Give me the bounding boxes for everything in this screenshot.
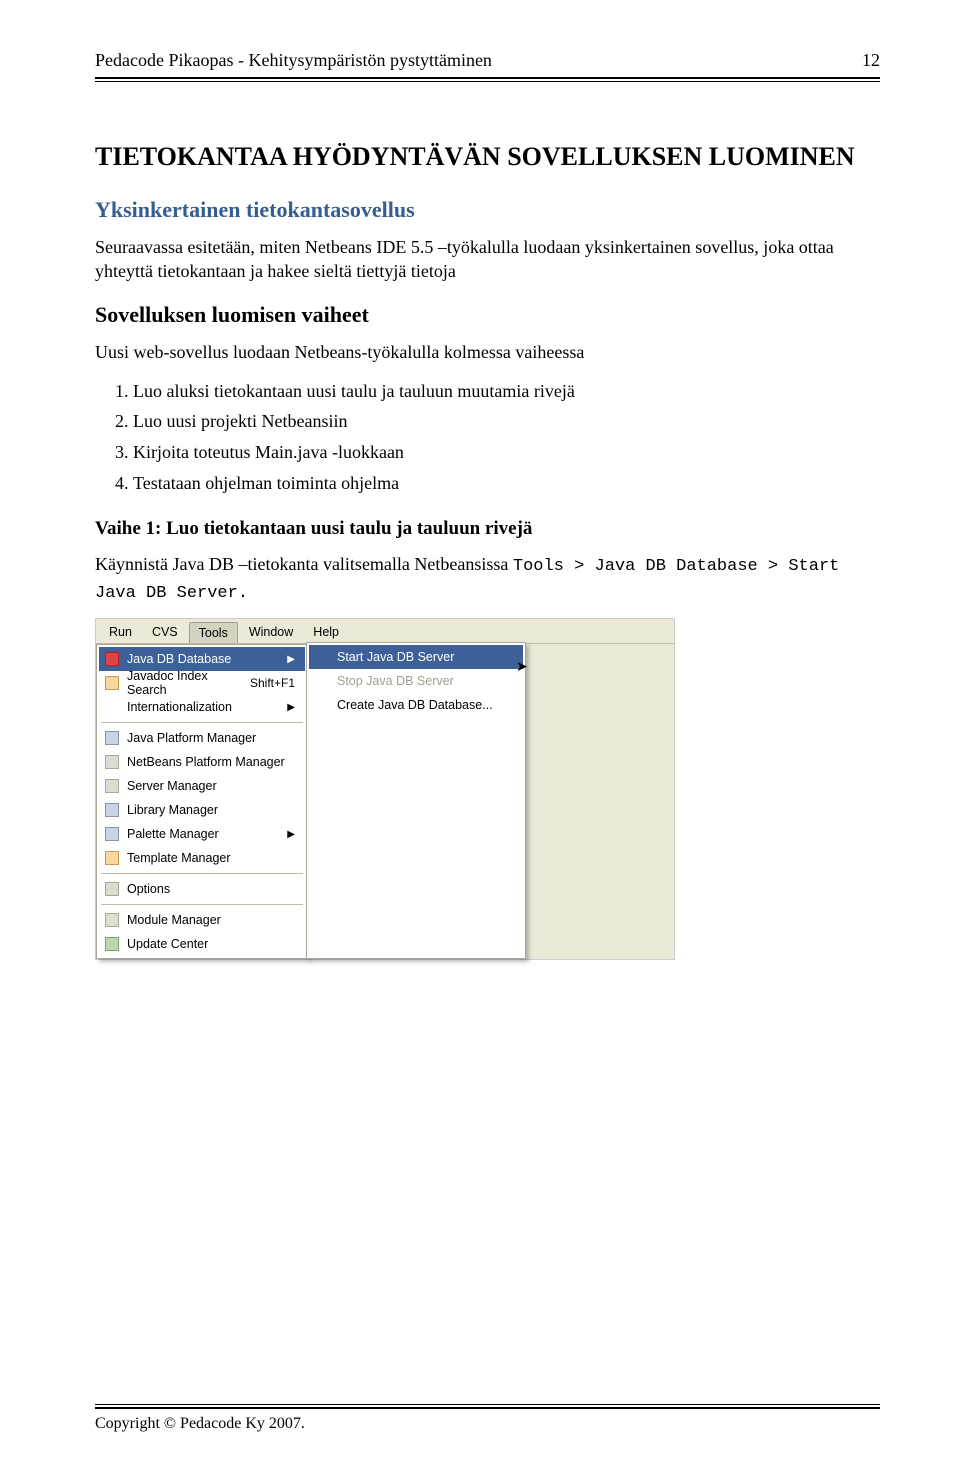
submenu-arrow-icon: ▶ (287, 829, 295, 840)
menu-item-label: Java Platform Manager (127, 731, 256, 745)
menu-help[interactable]: Help (304, 622, 348, 643)
submenu-item-create-db[interactable]: Create Java DB Database... (309, 693, 523, 717)
tools-dropdown: Java DB Database ▶ Javadoc Index Search … (96, 644, 308, 959)
menu-item-module-manager[interactable]: Module Manager (99, 908, 305, 932)
menu-item-internationalization[interactable]: Internationalization ▶ (99, 695, 305, 719)
platform-icon (104, 730, 120, 746)
section3-text-pre: Käynnistä Java DB –tietokanta valitsemal… (95, 554, 513, 574)
doc-icon (104, 675, 120, 691)
menu-item-label: Update Center (127, 937, 208, 951)
menu-item-label: Palette Manager (127, 827, 219, 841)
step-heading: Vaihe 1: Luo tietokantaan uusi taulu ja … (95, 518, 880, 540)
copyright: Copyright © Pedacode Ky 2007. (95, 1415, 880, 1433)
menu-item-label: Server Manager (127, 779, 217, 793)
submenu-item-start-server[interactable]: Start Java DB Server (309, 645, 523, 669)
java-db-submenu: Start Java DB Server Stop Java DB Server… (306, 642, 526, 959)
menu-cvs[interactable]: CVS (143, 622, 187, 643)
update-icon (104, 936, 120, 952)
menu-item-template-manager[interactable]: Template Manager (99, 846, 305, 870)
menu-item-label: Template Manager (127, 851, 231, 865)
library-icon (104, 802, 120, 818)
menu-item-label: Create Java DB Database... (337, 698, 493, 712)
menu-item-update-center[interactable]: Update Center (99, 932, 305, 956)
header-divider (95, 77, 880, 82)
menu-item-library-manager[interactable]: Library Manager (99, 798, 305, 822)
menu-item-javadoc-search[interactable]: Javadoc Index Search Shift+F1 (99, 671, 305, 695)
menu-item-server-manager[interactable]: Server Manager (99, 774, 305, 798)
shortcut-label: Shift+F1 (250, 676, 295, 690)
template-icon (104, 850, 120, 866)
submenu-item-stop-server: Stop Java DB Server (309, 669, 523, 693)
menu-divider (101, 904, 303, 905)
list-item: Kirjoita toteutus Main.java -luokkaan (133, 437, 880, 468)
dropdown-container: Java DB Database ▶ Javadoc Index Search … (96, 644, 674, 959)
menu-divider (101, 722, 303, 723)
menubar: Run CVS Tools Window Help (96, 619, 674, 644)
menu-item-label: Stop Java DB Server (337, 674, 454, 688)
section-paragraph-1: Seuraavassa esitetään, miten Netbeans ID… (95, 235, 880, 284)
menu-divider (101, 873, 303, 874)
submenu-arrow-icon: ▶ (287, 702, 295, 713)
list-item: Luo aluksi tietokantaan uusi taulu ja ta… (133, 376, 880, 407)
menu-item-palette-manager[interactable]: Palette Manager ▶ (99, 822, 305, 846)
menu-item-label: NetBeans Platform Manager (127, 755, 285, 769)
section-heading-1: Yksinkertainen tietokantasovellus (95, 197, 880, 223)
menu-item-java-platform[interactable]: Java Platform Manager (99, 726, 305, 750)
menu-item-label: Options (127, 882, 170, 896)
menu-item-options[interactable]: Options (99, 877, 305, 901)
menu-item-java-db-database[interactable]: Java DB Database ▶ (99, 647, 305, 671)
page-title: TIETOKANTAA HYÖDYNTÄVÄN SOVELLUKSEN LUOM… (95, 142, 880, 172)
platform-icon (104, 754, 120, 770)
database-icon (104, 651, 120, 667)
page-header: Pedacode Pikaopas - Kehitysympäristön py… (95, 50, 880, 71)
list-item: Testataan ohjelman toiminta ohjelma (133, 468, 880, 499)
menu-run[interactable]: Run (100, 622, 141, 643)
server-icon (104, 778, 120, 794)
menu-item-label: Internationalization (127, 700, 232, 714)
submenu-arrow-icon: ▶ (287, 654, 295, 665)
menu-item-label: Java DB Database (127, 652, 231, 666)
header-title: Pedacode Pikaopas - Kehitysympäristön py… (95, 50, 492, 71)
menu-item-label: Javadoc Index Search (127, 669, 250, 697)
menu-item-label: Start Java DB Server (337, 650, 454, 664)
footer-divider (95, 1404, 880, 1409)
menu-item-label: Library Manager (127, 803, 218, 817)
section3-paragraph: Käynnistä Java DB –tietokanta valitsemal… (95, 552, 880, 606)
screenshot: Run CVS Tools Window Help Java DB Databa… (95, 618, 675, 960)
section-heading-2: Sovelluksen luomisen vaiheet (95, 302, 880, 328)
list-item: Luo uusi projekti Netbeansiin (133, 406, 880, 437)
palette-icon (104, 826, 120, 842)
header-page-number: 12 (862, 50, 880, 71)
options-icon (104, 881, 120, 897)
menu-item-label: Module Manager (127, 913, 221, 927)
module-icon (104, 912, 120, 928)
menu-item-netbeans-platform[interactable]: NetBeans Platform Manager (99, 750, 305, 774)
menu-tools[interactable]: Tools (189, 622, 238, 643)
steps-list: Luo aluksi tietokantaan uusi taulu ja ta… (133, 376, 880, 498)
menu-window[interactable]: Window (240, 622, 302, 643)
page-footer: Copyright © Pedacode Ky 2007. (95, 1404, 880, 1433)
section2-intro: Uusi web-sovellus luodaan Netbeans-työka… (95, 340, 880, 364)
